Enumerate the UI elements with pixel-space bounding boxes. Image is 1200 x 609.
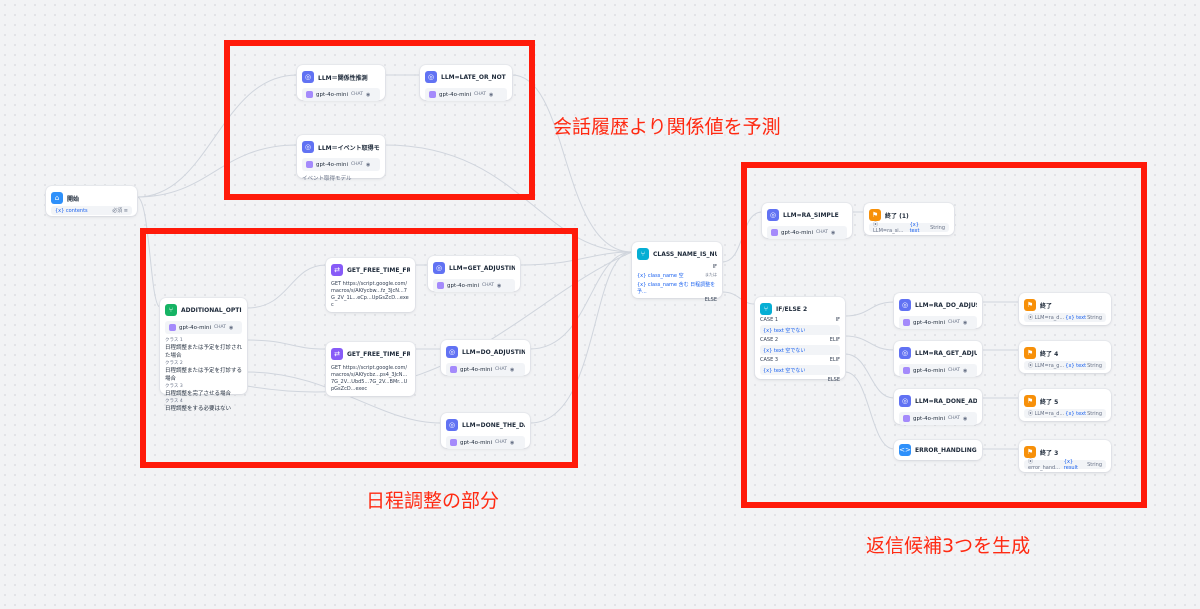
logic-operator: または <box>705 272 717 277</box>
annotation-relationship: 会話履歴より関係値を予測 <box>553 116 781 138</box>
node-title: CLASS_NAME_IS_NULL <box>653 250 717 258</box>
start-node[interactable]: ⌂ 開始 {x} contents 必須 ≡ <box>46 186 137 216</box>
node-title: 開始 <box>67 195 80 203</box>
annotation-box-schedule <box>140 228 578 468</box>
else-label: ELSE <box>704 297 717 303</box>
annotation-reply: 返信候補3つを生成 <box>866 535 1031 557</box>
node-req: 必須 ≡ <box>112 208 128 214</box>
node-var: {x} contents <box>55 207 88 214</box>
condition-1: {x} class_name 空 <box>637 273 684 279</box>
home-icon: ⌂ <box>51 192 63 204</box>
annotation-box-relationship <box>224 40 535 200</box>
annotation-box-reply <box>741 162 1147 508</box>
annotation-schedule: 日程調整の部分 <box>366 490 500 512</box>
branch-icon: ⑂ <box>637 248 649 260</box>
if-else-class-name-node[interactable]: ⑂ CLASS_NAME_IS_NULL IF {x} class_name 空 ま… <box>632 242 722 303</box>
if-label: IF <box>712 264 717 270</box>
condition-2: {x} class_name 含む 日程調整を予... <box>637 282 716 295</box>
